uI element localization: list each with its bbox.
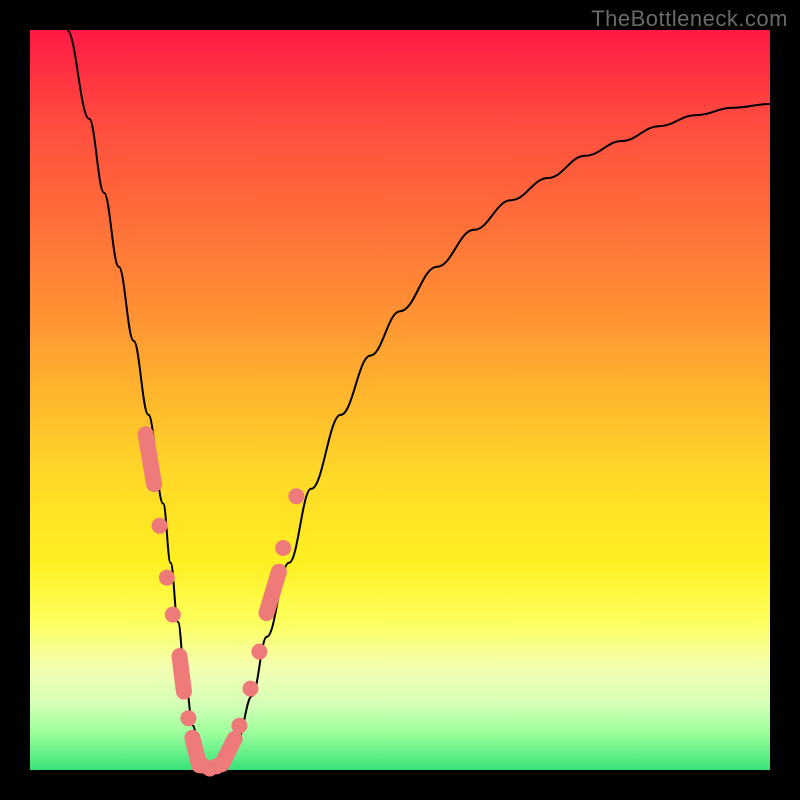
data-point [231, 718, 247, 734]
data-markers [137, 425, 305, 776]
data-cluster [171, 647, 193, 700]
data-point [159, 570, 175, 586]
data-point [251, 644, 267, 660]
data-cluster [257, 562, 289, 623]
data-cluster [137, 425, 164, 493]
data-point [165, 607, 181, 623]
data-point [152, 518, 168, 534]
data-point [243, 681, 259, 697]
data-point [180, 710, 196, 726]
bottleneck-chart [30, 30, 770, 770]
watermark-text: TheBottleneck.com [591, 6, 788, 32]
data-point [288, 488, 304, 504]
data-cluster [211, 728, 245, 775]
data-point [275, 540, 291, 556]
